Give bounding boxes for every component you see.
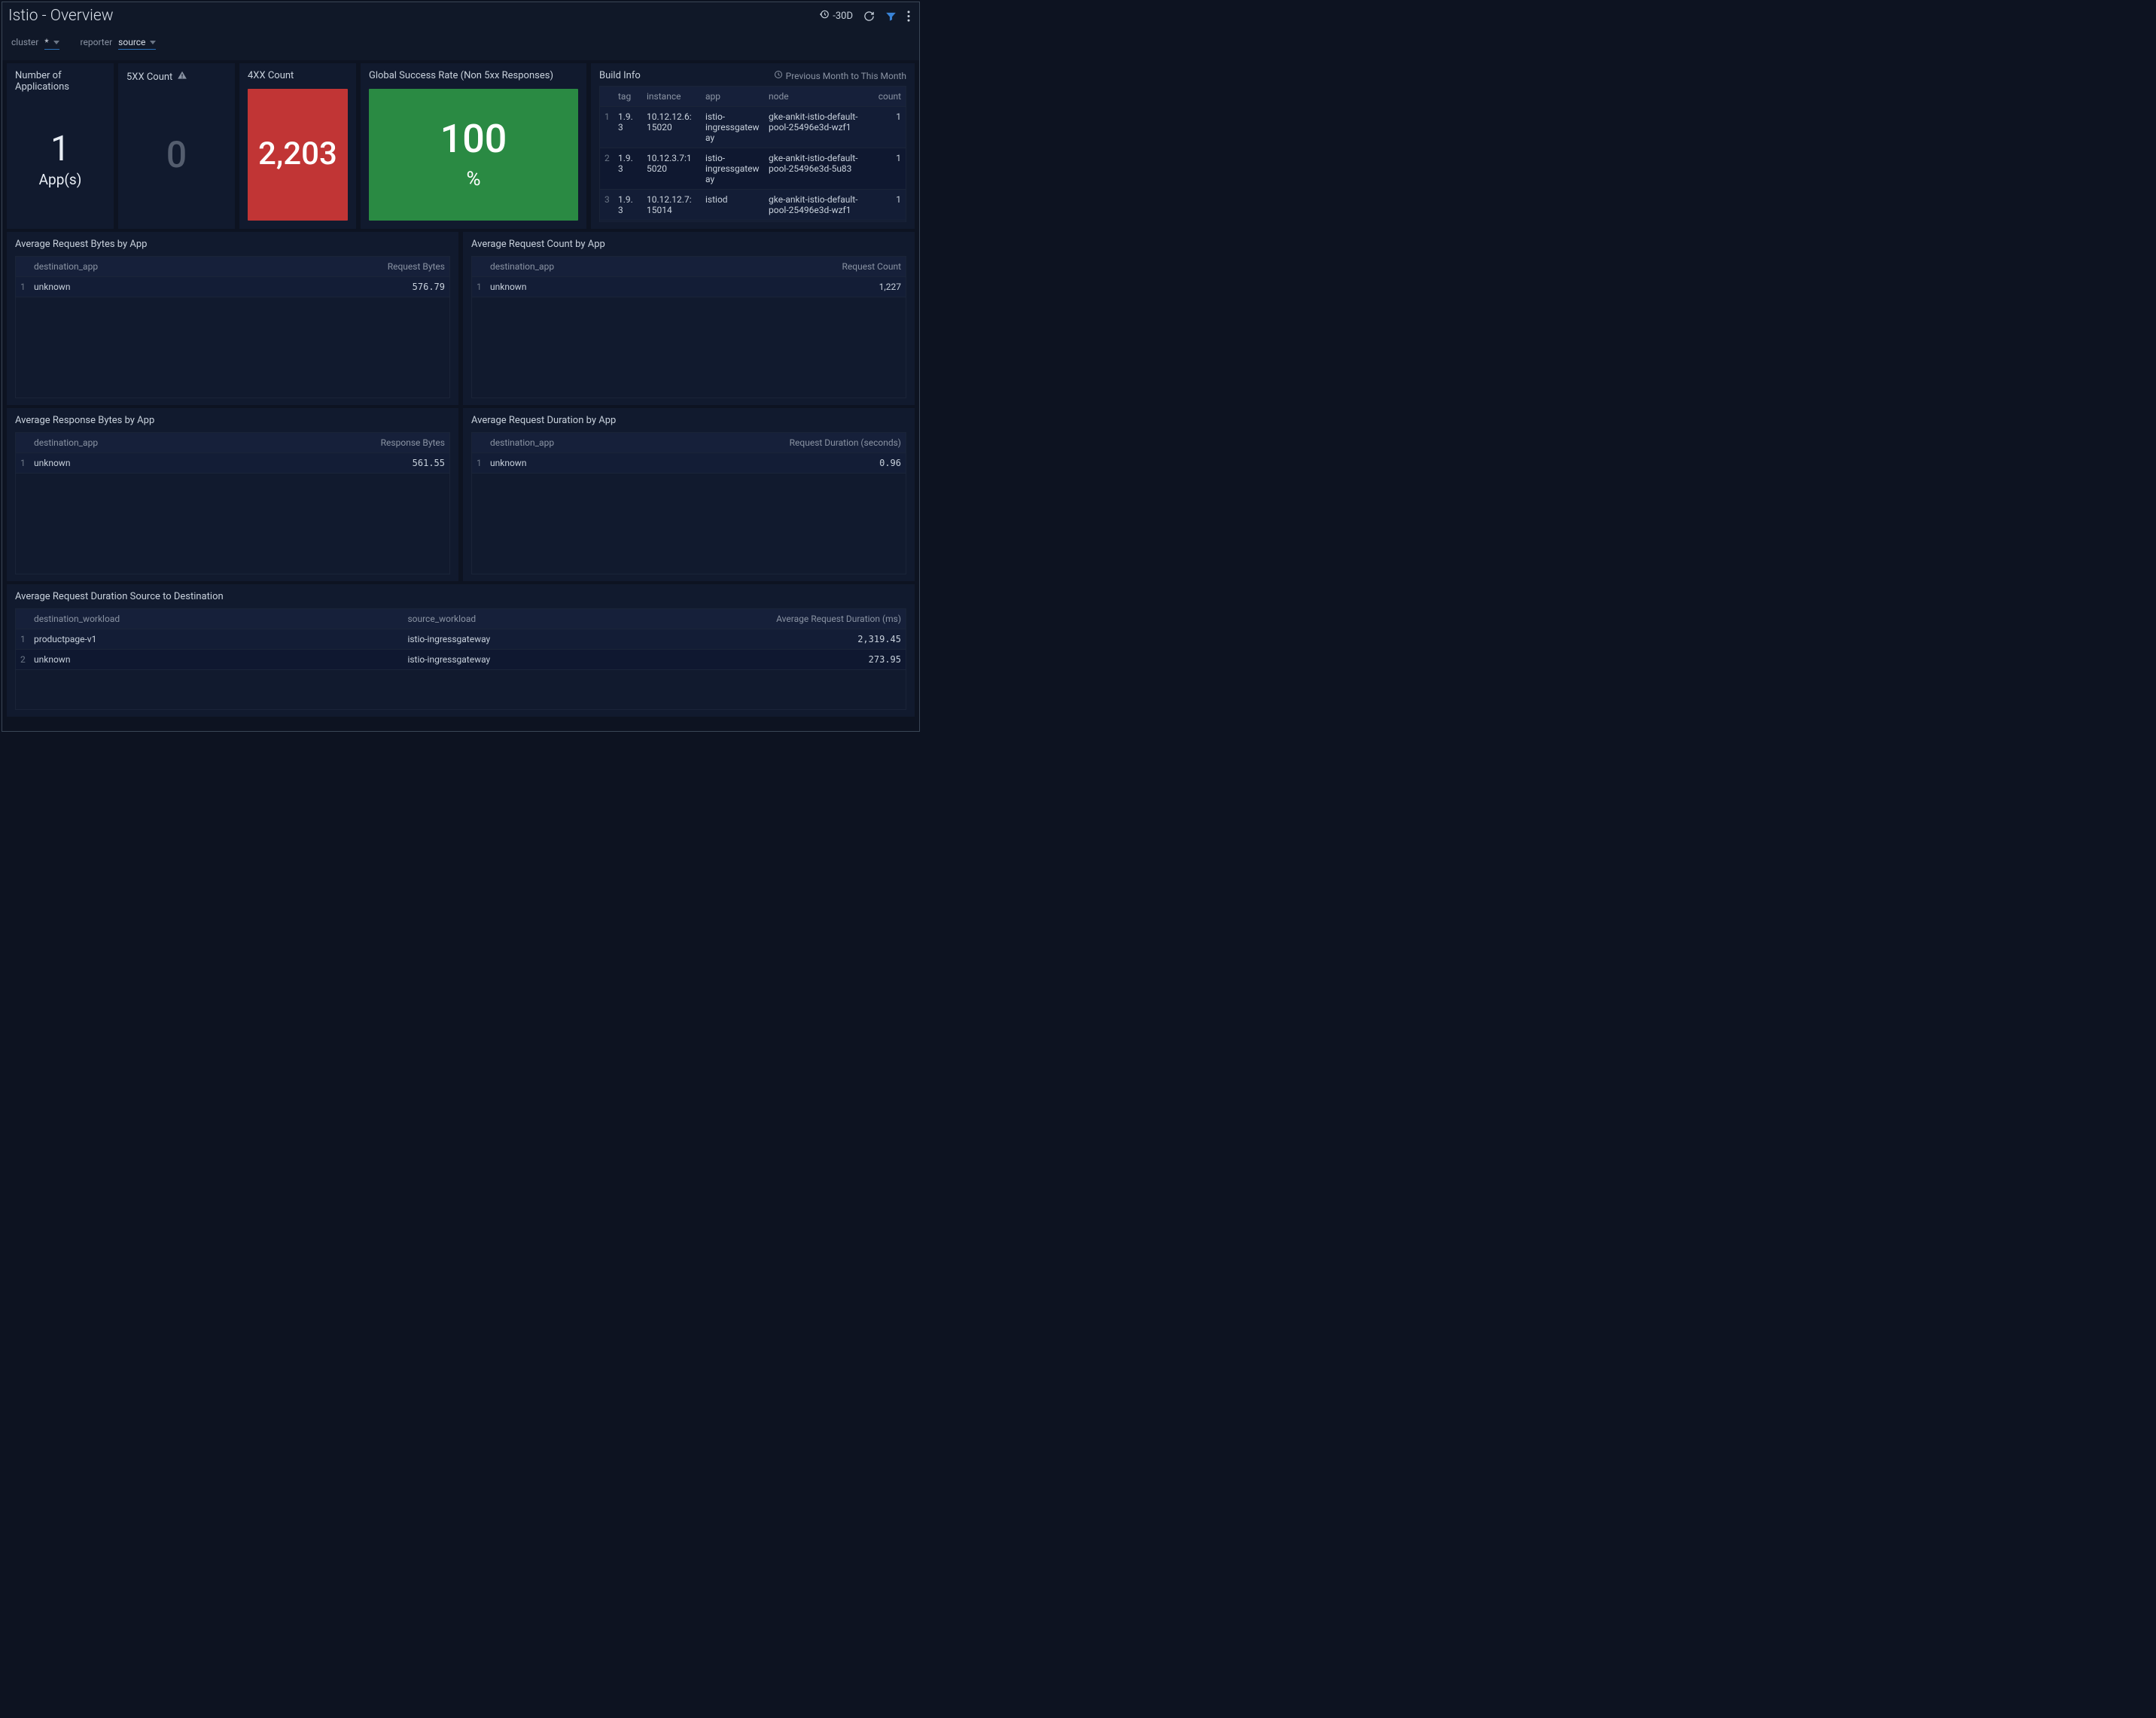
- col-idx: [600, 87, 614, 107]
- src-dest-table-wrap[interactable]: destination_workload source_workload Ave…: [15, 608, 906, 710]
- filter-cluster: cluster *: [11, 37, 59, 50]
- panel-req-duration[interactable]: Average Request Duration by App destinat…: [463, 408, 915, 581]
- req-bytes-table: destination_app Request Bytes 1unknown57…: [16, 257, 449, 297]
- panel-src-dest[interactable]: Average Request Duration Source to Desti…: [7, 584, 915, 717]
- clock-icon: [774, 70, 783, 81]
- build-info-table: tag instance app node count 11.9.310.12.…: [600, 87, 906, 222]
- table-row[interactable]: 1unknown561.55: [16, 453, 449, 474]
- col-dest-app[interactable]: destination_app: [486, 433, 770, 453]
- dashboard-frame: Istio - Overview -30D cluster *: [2, 2, 920, 732]
- col-req-bytes[interactable]: Request Bytes: [352, 257, 449, 277]
- table-row[interactable]: 1unknown0.96: [472, 453, 906, 474]
- table-row[interactable]: 2unknownistio-ingressgateway273.95: [16, 650, 906, 670]
- more-menu-button[interactable]: [907, 11, 910, 22]
- table-row[interactable]: 21.9.310.12.3.7:15020istio-ingressgatewa…: [600, 148, 906, 190]
- panel-5xx-count[interactable]: 5XX Count 0: [118, 63, 235, 229]
- panel-resp-bytes[interactable]: Average Response Bytes by App destinatio…: [7, 408, 458, 581]
- req-count-table: destination_app Request Count 1unknown1,…: [472, 257, 906, 297]
- col-tag[interactable]: tag: [614, 87, 642, 107]
- filter-cluster-value[interactable]: *: [44, 37, 59, 50]
- panel-resp-bytes-title: Average Response Bytes by App: [15, 415, 450, 426]
- stat-4xx-card: 2,203: [248, 89, 348, 221]
- panel-build-subtitle: Previous Month to This Month: [774, 70, 906, 81]
- col-req-count[interactable]: Request Count: [808, 257, 906, 277]
- col-count[interactable]: count: [869, 87, 906, 107]
- stats-row: Number of Applications 1 App(s) 5XX Coun…: [7, 63, 915, 229]
- refresh-button[interactable]: [863, 11, 875, 22]
- time-range-label: -30D: [833, 11, 853, 22]
- panel-5xx-title: 5XX Count: [126, 70, 227, 84]
- time-range-picker[interactable]: -30D: [819, 9, 853, 23]
- col-node[interactable]: node: [764, 87, 869, 107]
- panel-5xx-title-text: 5XX Count: [126, 72, 172, 83]
- req-count-table-wrap[interactable]: destination_app Request Count 1unknown1,…: [471, 256, 906, 398]
- filter-bar: cluster * reporter source: [2, 26, 919, 60]
- req-bytes-table-wrap[interactable]: destination_app Request Bytes 1unknown57…: [15, 256, 450, 398]
- col-dest-app[interactable]: destination_app: [29, 433, 352, 453]
- req-duration-table-wrap[interactable]: destination_app Request Duration (second…: [471, 432, 906, 574]
- col-dest-app[interactable]: destination_app: [29, 257, 352, 277]
- col-dest-workload[interactable]: destination_workload: [29, 609, 403, 629]
- table-row[interactable]: 31.9.310.12.12.7:15014istiodgke-ankit-is…: [600, 190, 906, 221]
- panel-build-info[interactable]: Build Info Previous Month to This Month …: [591, 63, 915, 229]
- filter-reporter: reporter source: [81, 37, 157, 50]
- row-src-dest: Average Request Duration Source to Desti…: [7, 584, 915, 717]
- panel-req-count[interactable]: Average Request Count by App destination…: [463, 232, 915, 405]
- panel-app-count-title: Number of Applications: [15, 70, 105, 93]
- panel-4xx-count[interactable]: 4XX Count 2,203: [239, 63, 356, 229]
- col-req-duration[interactable]: Request Duration (seconds): [770, 433, 906, 453]
- table-row[interactable]: 1unknown1,227: [472, 277, 906, 297]
- filter-button[interactable]: [885, 11, 897, 22]
- stat-5xx-value: 0: [166, 136, 187, 174]
- stat-success-value: 100: [440, 119, 507, 160]
- src-dest-table: destination_workload source_workload Ave…: [16, 609, 906, 670]
- table-row[interactable]: 41.9.310.12.3.6:15014istiodgke-ankit-ist…: [600, 221, 906, 223]
- resp-bytes-table-wrap[interactable]: destination_app Response Bytes 1unknown5…: [15, 432, 450, 574]
- alert-icon: [177, 70, 187, 84]
- clock-back-icon: [819, 9, 830, 23]
- resp-bytes-table: destination_app Response Bytes 1unknown5…: [16, 433, 449, 474]
- stat-success-unit: %: [466, 168, 480, 190]
- table-row[interactable]: 1unknown576.79: [16, 277, 449, 297]
- col-src-workload[interactable]: source_workload: [403, 609, 755, 629]
- req-duration-table: destination_app Request Duration (second…: [472, 433, 906, 474]
- table-row[interactable]: 1productpage-v1istio-ingressgateway2,319…: [16, 629, 906, 650]
- col-instance[interactable]: instance: [642, 87, 701, 107]
- row-req-metrics-2: Average Response Bytes by App destinatio…: [7, 408, 915, 581]
- stat-app-count-value: 1: [50, 131, 70, 167]
- panel-build-subtitle-text: Previous Month to This Month: [786, 71, 906, 81]
- panel-req-bytes[interactable]: Average Request Bytes by App destination…: [7, 232, 458, 405]
- col-avg-duration[interactable]: Average Request Duration (ms): [755, 609, 906, 629]
- col-resp-bytes[interactable]: Response Bytes: [352, 433, 449, 453]
- build-info-table-wrap[interactable]: tag instance app node count 11.9.310.12.…: [599, 86, 906, 222]
- panel-success-title: Global Success Rate (Non 5xx Responses): [366, 70, 581, 81]
- filter-cluster-label: cluster: [11, 37, 38, 47]
- col-dest-app[interactable]: destination_app: [486, 257, 808, 277]
- header-bar: Istio - Overview -30D: [2, 2, 919, 26]
- table-row[interactable]: 11.9.310.12.12.6:15020istio-ingressgatew…: [600, 107, 906, 148]
- panel-app-count[interactable]: Number of Applications 1 App(s): [7, 63, 114, 229]
- dashboard-body: Number of Applications 1 App(s) 5XX Coun…: [2, 63, 919, 717]
- header-actions: -30D: [819, 9, 910, 23]
- stat-success-card: 100 %: [369, 89, 578, 221]
- panel-req-duration-title: Average Request Duration by App: [471, 415, 906, 426]
- stat-5xx: 0: [126, 88, 227, 222]
- row-req-metrics-1: Average Request Bytes by App destination…: [7, 232, 915, 405]
- stat-4xx-value: 2,203: [258, 138, 337, 171]
- panel-src-dest-title: Average Request Duration Source to Desti…: [15, 591, 906, 602]
- page-title: Istio - Overview: [8, 7, 819, 25]
- panel-success-rate[interactable]: Global Success Rate (Non 5xx Responses) …: [361, 63, 586, 229]
- filter-reporter-label: reporter: [81, 37, 113, 47]
- panel-build-title: Build Info: [599, 70, 641, 81]
- panel-4xx-title: 4XX Count: [245, 70, 351, 81]
- filter-reporter-value[interactable]: source: [118, 37, 156, 50]
- col-app[interactable]: app: [701, 87, 764, 107]
- panel-req-count-title: Average Request Count by App: [471, 239, 906, 250]
- panel-req-bytes-title: Average Request Bytes by App: [15, 239, 450, 250]
- stat-app-count-unit: App(s): [39, 171, 82, 188]
- stat-app-count: 1 App(s): [15, 97, 105, 222]
